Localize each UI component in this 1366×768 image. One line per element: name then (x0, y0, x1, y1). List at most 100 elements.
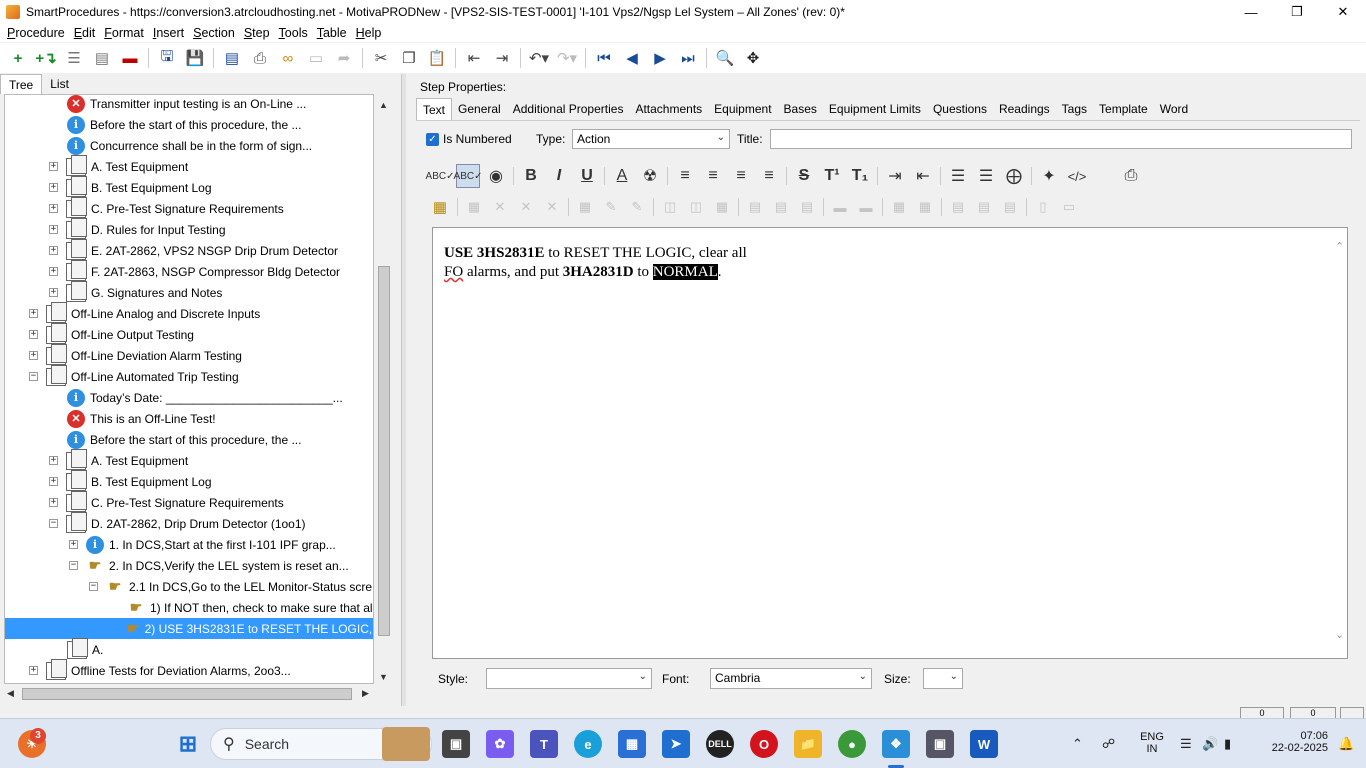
tab-list[interactable]: List (42, 74, 77, 94)
insert-row-below-icon[interactable]: ▤ (770, 195, 792, 219)
size-select[interactable]: ⌄ (923, 668, 963, 689)
expand-icon[interactable]: + (49, 246, 58, 255)
cut-icon[interactable]: ✂ (370, 47, 392, 69)
insert-table-icon[interactable]: ▦ (428, 195, 452, 219)
tab-bases[interactable]: Bases (778, 98, 823, 120)
edge-icon[interactable]: e (574, 730, 602, 758)
expand-icon[interactable]: + (49, 288, 58, 297)
word-icon[interactable]: W (970, 730, 998, 758)
tree-item[interactable]: + B. Test Equipment Log (49, 469, 212, 492)
collapse-icon[interactable]: − (89, 582, 98, 591)
editor-vertical-scrollbar[interactable]: ⌃ ⌄ (1333, 228, 1347, 658)
tree-item[interactable]: + Off-Line Analog and Discrete Inputs (29, 301, 260, 324)
editor-content[interactable]: USE 3HS2831E to RESET THE LOGIC, clear a… (444, 244, 784, 282)
windows-start-icon[interactable]: ⊞ (174, 730, 202, 758)
tree-item[interactable]: + C. Pre-Test Signature Requirements (49, 196, 284, 219)
scroll-thumb[interactable] (378, 266, 390, 636)
spellcheck-auto-icon[interactable]: ABC✓ (454, 164, 482, 188)
tree-item[interactable]: ☛ 1) If NOT then, check to make sure that… (127, 597, 373, 618)
search-highlight-icon[interactable] (382, 727, 430, 761)
tree-item[interactable]: − ☛ 2.1 In DCS,Go to the LEL Monitor-Statu… (89, 576, 373, 597)
print-icon[interactable]: ⎙ (249, 47, 271, 69)
tab-word[interactable]: Word (1154, 98, 1194, 120)
type-select[interactable]: Action ⌄ (572, 129, 730, 149)
window-icon[interactable]: ▭ (305, 47, 327, 69)
superscript-icon[interactable]: T¹ (820, 164, 844, 188)
battery-icon[interactable]: ▮ (1224, 736, 1231, 752)
delete-column-icon[interactable]: ✕ (541, 195, 563, 219)
tree-vertical-scrollbar[interactable]: ▲ ▼ (376, 94, 392, 684)
insert-line-icon[interactable]: ⨁ (1002, 164, 1026, 188)
expand-icon[interactable]: + (49, 498, 58, 507)
menu-step[interactable]: Step (241, 26, 276, 40)
tree-item[interactable]: i Before the start of this procedure, the… (67, 114, 301, 135)
title-input[interactable] (770, 129, 1352, 149)
magic-wand-icon[interactable]: ✦ (1037, 164, 1061, 188)
save-all-icon[interactable]: 🖫 (156, 47, 178, 69)
first-icon[interactable]: ⏮ (593, 47, 615, 69)
expand-icon[interactable]: + (49, 225, 58, 234)
panel-splitter[interactable] (401, 74, 406, 706)
tab-equipment[interactable]: Equipment (708, 98, 777, 120)
dell-icon[interactable]: DELL (706, 730, 734, 758)
expand-icon[interactable]: + (49, 267, 58, 276)
remove-icon[interactable]: ▬ (119, 47, 141, 69)
tree-item[interactable]: + B. Test Equipment Log (49, 175, 212, 198)
align-middle-icon[interactable]: ▤ (973, 195, 995, 219)
add-child-icon[interactable]: +↴ (35, 47, 57, 69)
outdent-icon[interactable]: ⇤ (463, 47, 485, 69)
scroll-right-icon[interactable]: ▶ (362, 688, 369, 699)
justify-icon[interactable]: ≡ (757, 164, 781, 188)
collapse-icon[interactable]: − (49, 519, 58, 528)
maximize-button[interactable]: ❐ (1274, 0, 1320, 24)
tree-item[interactable]: + C. Pre-Test Signature Requirements (49, 490, 284, 513)
tab-tags[interactable]: Tags (1056, 98, 1093, 120)
borders-icon[interactable]: ▦ (888, 195, 910, 219)
tree-item[interactable]: i Today’s Date: _________________________… (67, 387, 343, 408)
tree-item[interactable]: A. (67, 637, 103, 660)
last-icon[interactable]: ⏭ (677, 47, 699, 69)
subscript-icon[interactable]: T₁ (848, 164, 872, 188)
cell-style-icon[interactable]: ✎ (626, 195, 648, 219)
tree-item[interactable]: − ☛ 2. In DCS,Verify the LEL system is res… (69, 555, 349, 576)
spellcheck-icon[interactable]: ABC✓ (426, 164, 455, 188)
tab-tree[interactable]: Tree (0, 74, 43, 94)
delete-row-icon[interactable]: ✕ (515, 195, 537, 219)
align-bottom-icon[interactable]: ▤ (999, 195, 1021, 219)
tab-equipment-limits[interactable]: Equipment Limits (823, 98, 927, 120)
align-center-icon[interactable]: ≡ (701, 164, 725, 188)
link-icon[interactable]: ∞ (277, 47, 299, 69)
insert-column-right-icon[interactable]: ◫ (685, 195, 707, 219)
tree-item[interactable]: + G. Signatures and Notes (49, 280, 222, 303)
smartprocedures-icon[interactable]: ❖ (882, 730, 910, 758)
clock[interactable]: 07:06 22-02-2025 (1252, 730, 1328, 754)
save-icon[interactable]: 💾 (184, 47, 206, 69)
scroll-up-icon[interactable]: ▲ (379, 100, 388, 110)
tree-item[interactable]: + E. 2AT-2862, VPS2 NSGP Drip Drum Detect… (49, 238, 338, 261)
file-explorer-icon[interactable]: 📁 (794, 730, 822, 758)
strikethrough-icon[interactable]: S (792, 164, 816, 188)
merge-cells-icon[interactable]: ▦ (711, 195, 733, 219)
previous-icon[interactable]: ◀ (621, 47, 643, 69)
underline-icon[interactable]: U (575, 164, 599, 188)
style-select[interactable]: ⌄ (486, 668, 652, 689)
tree-item[interactable]: + F. 2AT-2863, NSGP Compressor Bldg Detec… (49, 259, 340, 282)
task-view-icon[interactable]: ▣ (442, 730, 470, 758)
collapse-icon[interactable]: − (69, 561, 78, 570)
expand-icon[interactable]: + (49, 477, 58, 486)
move-icon[interactable]: ✥ (742, 47, 764, 69)
font-color-icon[interactable]: A (610, 164, 634, 188)
step-text-editor[interactable]: USE 3HS2831E to RESET THE LOGIC, clear a… (432, 227, 1348, 659)
insert-column-left-icon[interactable]: ◫ (659, 195, 681, 219)
undo-icon[interactable]: ↶▾ (528, 47, 550, 69)
tree-item[interactable]: + Offline Tests for Deviation Alarms, 2oo… (29, 658, 291, 681)
shading-icon[interactable]: ▦ (914, 195, 936, 219)
tree-item[interactable]: i Concurrence shall be in the form of sig… (67, 135, 312, 156)
source-code-icon[interactable]: </> (1065, 164, 1089, 188)
redo-icon[interactable]: ↷▾ (556, 47, 578, 69)
power-automate-icon[interactable]: ➤ (662, 730, 690, 758)
menu-format[interactable]: Format (101, 26, 150, 40)
menu-insert[interactable]: Insert (150, 26, 190, 40)
tab-text[interactable]: Text (416, 98, 453, 120)
menu-help[interactable]: Help (353, 26, 388, 40)
